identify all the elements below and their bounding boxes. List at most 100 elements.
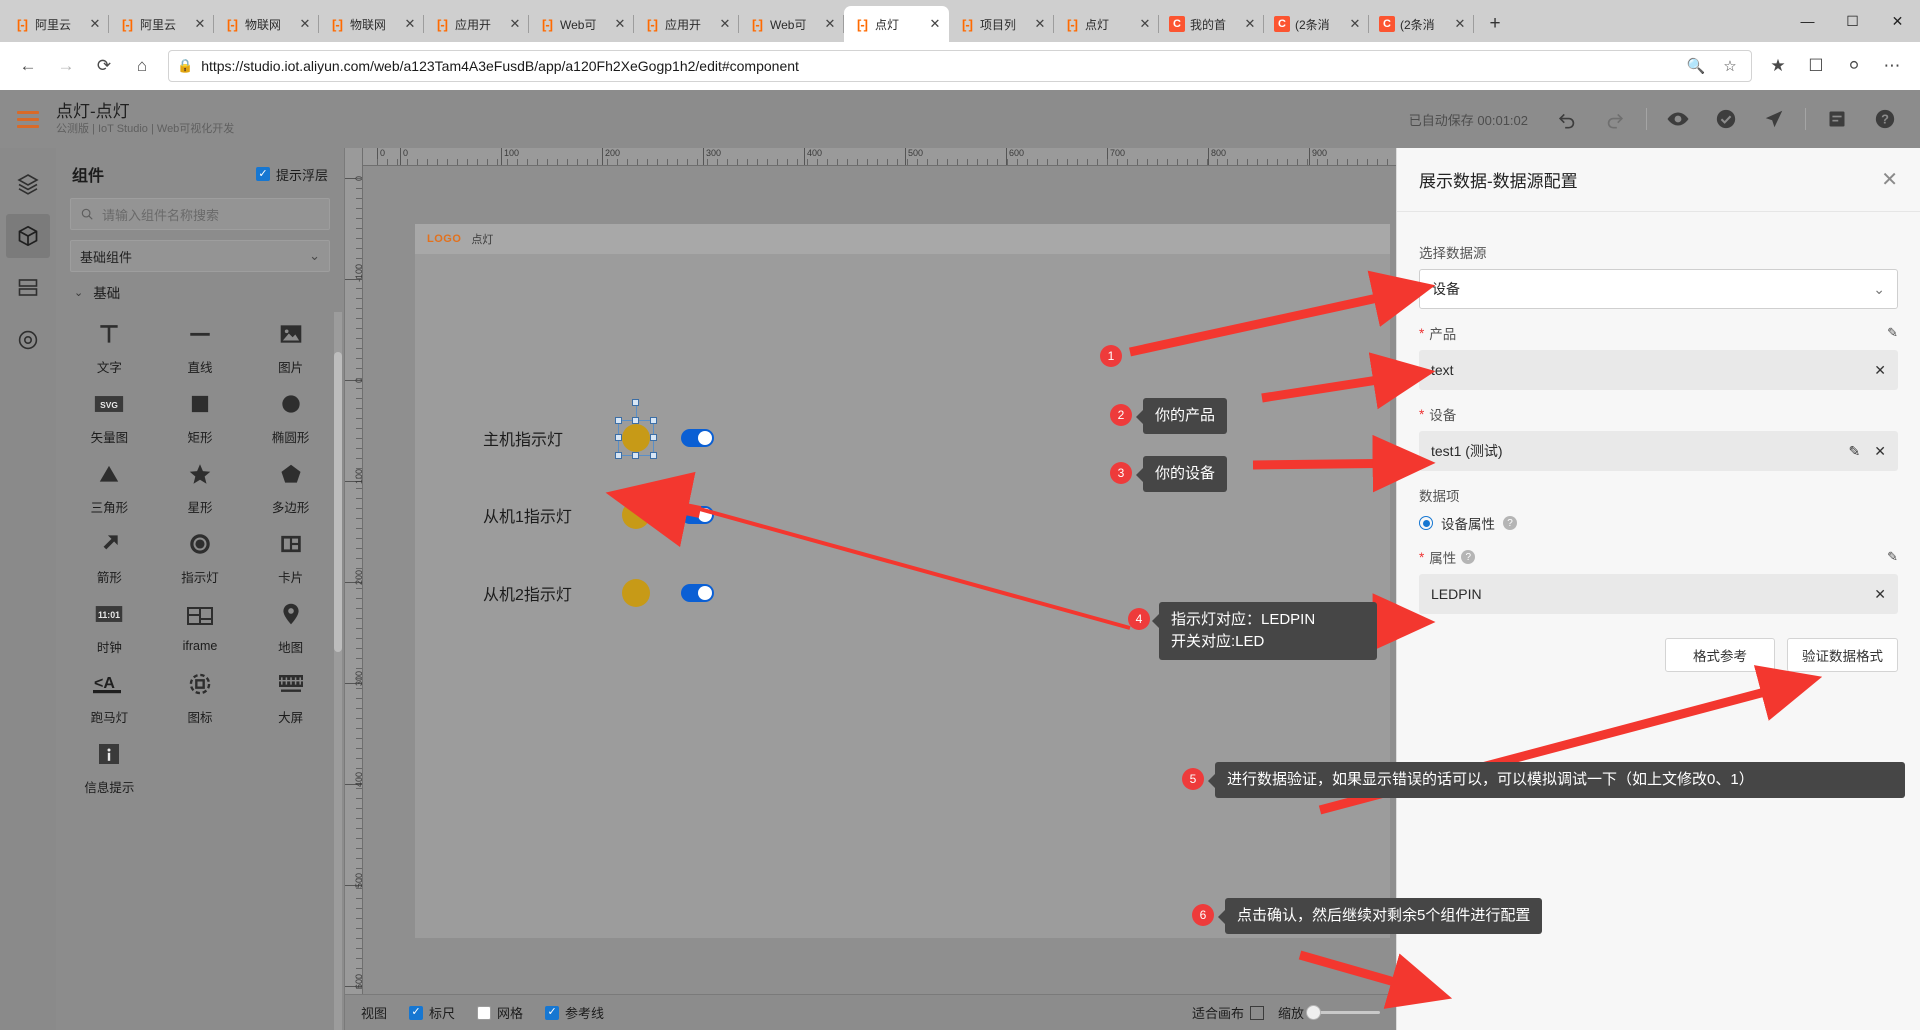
- component-item-image[interactable]: 图片: [245, 312, 336, 382]
- ruler-toggle[interactable]: 标尺: [409, 1003, 455, 1022]
- pencil-icon[interactable]: ✎: [1849, 443, 1861, 460]
- component-group-basic[interactable]: ⌄ 基础: [56, 272, 344, 312]
- device-field[interactable]: test1 (测试) ✎ ✕: [1419, 431, 1898, 471]
- component-item-ellipse[interactable]: 椭圆形: [245, 382, 336, 452]
- component-item-svg[interactable]: SVG 矢量图: [64, 382, 155, 452]
- zoom-slider-knob[interactable]: [1306, 1005, 1321, 1020]
- device-row-slave2[interactable]: 从机2指示灯: [483, 579, 714, 607]
- star-icon[interactable]: ☆: [1717, 57, 1743, 75]
- browser-tab[interactable]: [-] 应用开 ✕: [634, 6, 739, 42]
- fit-canvas-button[interactable]: 适合画布: [1192, 1003, 1264, 1022]
- layers-icon[interactable]: [6, 162, 50, 206]
- tab-close-icon[interactable]: ✕: [297, 16, 313, 32]
- publish-send-icon[interactable]: [1751, 99, 1797, 139]
- components-cube-icon[interactable]: [6, 214, 50, 258]
- component-item-map-pin[interactable]: 地图: [245, 592, 336, 662]
- clear-icon[interactable]: ✕: [1874, 586, 1886, 603]
- browser-tab[interactable]: [-] 点灯 ✕: [1054, 6, 1159, 42]
- component-item-text[interactable]: 文字: [64, 312, 155, 382]
- tab-close-icon[interactable]: ✕: [822, 16, 838, 32]
- browser-essentials-icon[interactable]: ☐: [1798, 48, 1834, 84]
- zoom-control[interactable]: 缩放: [1278, 1003, 1380, 1022]
- clear-icon[interactable]: ✕: [1874, 362, 1886, 379]
- tab-close-icon[interactable]: ✕: [507, 16, 523, 32]
- browser-tab[interactable]: C (2条消 ✕: [1369, 6, 1474, 42]
- dataitem-radio-device-property[interactable]: 设备属性 ?: [1419, 513, 1898, 533]
- back-icon[interactable]: ←: [10, 48, 46, 84]
- component-item-line[interactable]: 直线: [155, 312, 246, 382]
- tab-close-icon[interactable]: ✕: [717, 16, 733, 32]
- help-icon[interactable]: ?: [1862, 99, 1908, 139]
- forward-icon[interactable]: →: [48, 48, 84, 84]
- tab-close-icon[interactable]: ✕: [1452, 16, 1468, 32]
- browser-tab[interactable]: [-] 项目列 ✕: [949, 6, 1054, 42]
- component-item-icon[interactable]: 图标: [155, 662, 246, 732]
- collections-icon[interactable]: ★: [1760, 48, 1796, 84]
- pencil-icon[interactable]: ✎: [1887, 549, 1898, 565]
- component-item-iframe[interactable]: iframe: [155, 592, 246, 662]
- browser-tab[interactable]: [-] 点灯 ✕: [844, 6, 949, 42]
- datasource-select[interactable]: 设备 ⌄: [1419, 269, 1898, 309]
- device-toggle-switch[interactable]: [681, 584, 714, 602]
- component-item-indicator-light[interactable]: 指示灯: [155, 522, 246, 592]
- device-toggle-switch[interactable]: [681, 429, 714, 447]
- product-field[interactable]: text ✕: [1419, 350, 1898, 390]
- tab-close-icon[interactable]: ✕: [1137, 16, 1153, 32]
- attribute-field[interactable]: LEDPIN ✕: [1419, 574, 1898, 614]
- browser-tab[interactable]: [-] 阿里云 ✕: [109, 6, 214, 42]
- device-row-slave1[interactable]: 从机1指示灯: [483, 501, 714, 529]
- browser-tab[interactable]: [-] 应用开 ✕: [424, 6, 529, 42]
- menu-hamburger-icon[interactable]: [0, 90, 56, 148]
- close-icon[interactable]: ✕: [1881, 167, 1898, 192]
- browser-tab[interactable]: C (2条消 ✕: [1264, 6, 1369, 42]
- window-minimize-button[interactable]: —: [1785, 0, 1830, 42]
- browser-tab[interactable]: [-] Web可 ✕: [739, 6, 844, 42]
- profile-icon[interactable]: ⚪: [1836, 48, 1872, 84]
- browser-tab[interactable]: [-] Web可 ✕: [529, 6, 634, 42]
- new-tab-button[interactable]: +: [1480, 9, 1510, 39]
- home-icon[interactable]: ⌂: [124, 48, 160, 84]
- browser-tab[interactable]: [-] 阿里云 ✕: [4, 6, 109, 42]
- component-item-card[interactable]: 卡片: [245, 522, 336, 592]
- component-item-clock[interactable]: 11:01 时钟: [64, 592, 155, 662]
- component-item-star[interactable]: 星形: [155, 452, 246, 522]
- canvas-page[interactable]: LOGO 点灯 主机指示灯 从机1指示灯 从机2指示灯: [415, 224, 1390, 938]
- device-row-host[interactable]: 主机指示灯: [483, 399, 714, 459]
- browser-tab[interactable]: [-] 物联网 ✕: [319, 6, 424, 42]
- overlay-hint-checkbox[interactable]: [255, 167, 270, 181]
- tab-close-icon[interactable]: ✕: [1032, 16, 1048, 32]
- tab-close-icon[interactable]: ✕: [612, 16, 628, 32]
- browser-tab[interactable]: [-] 物联网 ✕: [214, 6, 319, 42]
- grid-checkbox[interactable]: [477, 1005, 492, 1020]
- tab-close-icon[interactable]: ✕: [1242, 16, 1258, 32]
- preview-eye-icon[interactable]: [1655, 99, 1701, 139]
- component-category-select[interactable]: 基础组件 ⌄: [70, 240, 330, 272]
- help-tooltip-icon[interactable]: ?: [1461, 550, 1476, 564]
- component-item-marquee[interactable]: <A 跑马灯: [64, 662, 155, 732]
- overlay-hint-toggle[interactable]: 提示浮层: [255, 165, 328, 184]
- browser-tab[interactable]: C 我的首 ✕: [1159, 6, 1264, 42]
- reload-icon[interactable]: ⟳: [86, 48, 122, 84]
- zoom-slider[interactable]: [1306, 1005, 1380, 1020]
- component-item-polygon[interactable]: 多边形: [245, 452, 336, 522]
- more-icon[interactable]: ⋯: [1874, 48, 1910, 84]
- component-item-arrow[interactable]: 箭形: [64, 522, 155, 592]
- pencil-icon[interactable]: ✎: [1887, 325, 1898, 341]
- radio-icon[interactable]: [1419, 516, 1433, 530]
- window-maximize-button[interactable]: ☐: [1830, 0, 1875, 42]
- check-circle-icon[interactable]: [1703, 99, 1749, 139]
- component-item-bigscreen[interactable]: 大屏: [245, 662, 336, 732]
- ruler-checkbox[interactable]: [409, 1005, 424, 1020]
- settings-gear-icon[interactable]: [6, 318, 50, 362]
- help-tooltip-icon[interactable]: ?: [1503, 516, 1517, 530]
- address-bar[interactable]: 🔒 https://studio.iot.aliyun.com/web/a123…: [168, 50, 1752, 82]
- guide-toggle[interactable]: 参考线: [545, 1003, 604, 1022]
- zoom-out-icon[interactable]: 🔍: [1683, 57, 1709, 75]
- component-item-rectangle[interactable]: 矩形: [155, 382, 246, 452]
- tab-close-icon[interactable]: ✕: [87, 16, 103, 32]
- selection-box[interactable]: [615, 399, 657, 459]
- undo-icon[interactable]: [1544, 99, 1590, 139]
- component-item-triangle[interactable]: 三角形: [64, 452, 155, 522]
- guide-checkbox[interactable]: [545, 1005, 560, 1020]
- document-icon[interactable]: [1814, 99, 1860, 139]
